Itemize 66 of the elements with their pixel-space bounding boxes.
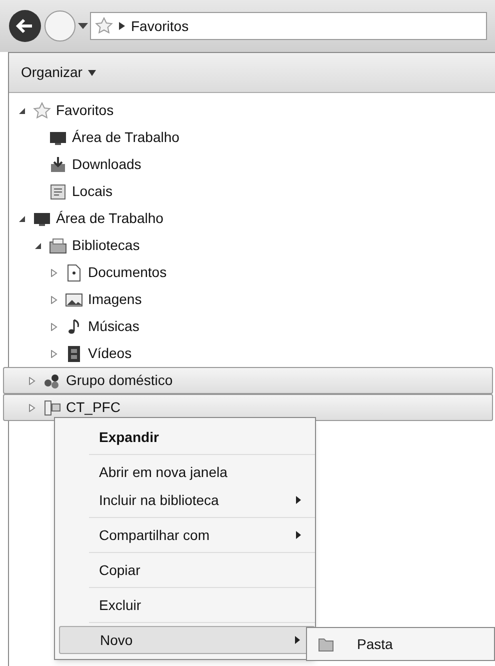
- tree-item[interactable]: Área de Trabalho: [9, 205, 493, 232]
- tree-item-label: CT_PFC: [66, 398, 120, 417]
- tree-item-label: Favoritos: [56, 101, 114, 120]
- caret-icon: [88, 70, 96, 76]
- back-button[interactable]: [8, 9, 42, 43]
- computer-icon: [43, 398, 61, 416]
- tree-item[interactable]: Área de Trabalho: [9, 124, 493, 151]
- collapsed-arrow-icon[interactable]: [28, 376, 36, 384]
- collapsed-arrow-icon[interactable]: [50, 296, 58, 304]
- tree-item[interactable]: Vídeos: [9, 340, 493, 367]
- menu-item[interactable]: Pasta: [307, 630, 494, 658]
- menu-item[interactable]: Expandir: [55, 423, 315, 451]
- tree-item-label: Locais: [72, 182, 112, 201]
- address-text: Favoritos: [131, 16, 189, 36]
- menu-item-label: Novo: [100, 630, 133, 650]
- menu-item-label: Incluir na biblioteca: [99, 490, 219, 510]
- menu-item-label: Abrir em nova janela: [99, 462, 228, 482]
- organize-button[interactable]: Organizar: [21, 62, 96, 83]
- library-icon: [49, 236, 67, 254]
- menu-item-label: Pasta: [357, 634, 393, 654]
- menu-item-label: Copiar: [99, 560, 140, 580]
- menu-item-label: Compartilhar com: [99, 526, 210, 545]
- menu-item-label: Expandir: [99, 428, 159, 447]
- collapsed-arrow-icon[interactable]: [50, 350, 58, 358]
- menu-item[interactable]: Novo: [59, 626, 315, 654]
- tree-item-label: Vídeos: [88, 344, 132, 363]
- tree-item[interactable]: Grupo doméstico: [3, 367, 493, 394]
- tree-item-label: Bibliotecas: [72, 236, 140, 255]
- star-icon: [95, 17, 113, 35]
- star-icon: [33, 102, 51, 120]
- tree-item-label: Grupo doméstico: [66, 371, 173, 390]
- tree-item[interactable]: Imagens: [9, 286, 493, 313]
- collapsed-arrow-icon[interactable]: [50, 268, 58, 276]
- menu-item[interactable]: Incluir na biblioteca: [89, 486, 315, 514]
- image-icon: [65, 290, 83, 308]
- collapsed-arrow-icon[interactable]: [28, 404, 36, 412]
- menu-item[interactable]: Copiar: [89, 556, 315, 584]
- menu-item-label: Excluir: [99, 596, 142, 614]
- tree-item-label: Área de Trabalho: [56, 209, 164, 228]
- dropdown-icon[interactable]: [78, 22, 88, 30]
- film-icon: [65, 344, 83, 362]
- download-icon: [49, 156, 67, 174]
- tree-item-label: Downloads: [72, 155, 142, 174]
- tree-item-label: Músicas: [88, 317, 140, 336]
- tree-item[interactable]: Músicas: [9, 313, 493, 340]
- homegroup-icon: [43, 372, 61, 390]
- expanded-arrow-icon[interactable]: [18, 106, 26, 114]
- tree-item-label: Área de Trabalho: [72, 128, 180, 147]
- tree-item[interactable]: Favoritos: [9, 97, 493, 124]
- tree-item[interactable]: Downloads: [9, 151, 493, 178]
- tree-item-label: Documentos: [88, 263, 167, 282]
- tree-item-label: Imagens: [88, 290, 142, 309]
- menu-item[interactable]: Excluir: [89, 591, 315, 619]
- document-icon: [65, 264, 83, 282]
- tree-item[interactable]: Locais: [9, 178, 493, 205]
- expanded-arrow-icon[interactable]: [18, 214, 26, 222]
- menu-item[interactable]: Abrir em nova janela: [89, 458, 315, 486]
- collapsed-arrow-icon[interactable]: [50, 322, 58, 330]
- address-field[interactable]: Favoritos: [90, 12, 487, 40]
- expanded-arrow-icon[interactable]: [34, 242, 42, 250]
- tree-item[interactable]: CT_PFC: [3, 394, 493, 421]
- menu-item[interactable]: Compartilhar com: [89, 521, 315, 549]
- breadcrumb-arrow-icon: [119, 22, 125, 30]
- tree-item[interactable]: Bibliotecas: [9, 232, 493, 259]
- places-icon: [49, 182, 67, 200]
- tree-item[interactable]: Documentos: [9, 259, 493, 286]
